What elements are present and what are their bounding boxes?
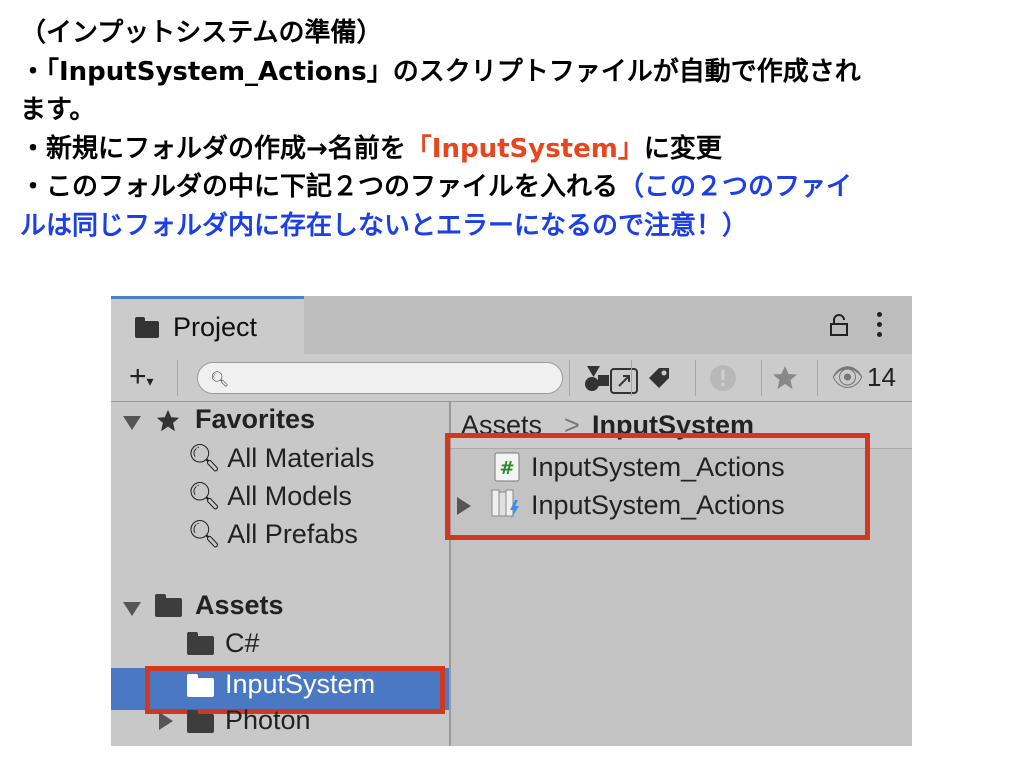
search-field[interactable]: 🔍︎ [197, 362, 638, 394]
photon-expand-icon[interactable] [159, 712, 173, 730]
instruction-heading: （インプットシステムの準備） [20, 18, 383, 48]
favorites-expand-icon[interactable] [123, 416, 141, 430]
asset-content-panel: Assets > InputSystem # InputSystem_Actio… [445, 402, 912, 746]
folder-tree-panel: Favorites 🔍︎ All Materials 🔍︎ All Models… [111, 402, 451, 746]
more-options-icon[interactable] [873, 312, 885, 338]
search-icon: 🔍︎ [187, 443, 222, 473]
instruction-line-3-text: ・このフォルダの中に下記２つのファイルを入れる [20, 172, 619, 202]
tab-project-label: Project [173, 312, 258, 342]
assets-label[interactable]: Assets [195, 590, 284, 621]
highlight-box-files [445, 433, 870, 540]
favorites-star-icon[interactable] [767, 360, 803, 396]
star-icon [156, 409, 180, 432]
lock-icon[interactable] [828, 314, 850, 336]
create-button[interactable]: +▾ [129, 360, 154, 394]
folder-icon [187, 710, 214, 733]
instruction-line-1a: ・「InputSystem_Actions」のスクリプトファイルが自動で作成され [20, 56, 861, 87]
hidden-count: 14 [867, 362, 896, 392]
search-icon: 🔍︎ [210, 371, 230, 388]
warning-note-end: ルは同じフォルダ内に存在しないとエラーになるので注意！） [20, 210, 749, 241]
tab-bar: Project [111, 296, 912, 354]
favorite-item[interactable]: 🔍︎ All Prefabs [187, 518, 358, 550]
folder-name-highlight: 「InputSystem」 [405, 133, 644, 164]
tab-project[interactable]: Project [111, 296, 304, 354]
folder-icon [135, 317, 159, 338]
instruction-line-1b: ます。 [20, 95, 96, 125]
search-icon: 🔍︎ [187, 481, 222, 511]
warning-filter-icon[interactable] [705, 360, 741, 396]
folder-item-csharp[interactable]: C# [225, 628, 260, 659]
warning-note-start: （この２つのファイ [618, 172, 853, 202]
folder-item-photon[interactable]: Photon [225, 705, 311, 736]
instruction-line-2-text: ・新規にフォルダの作成→名前を [20, 133, 406, 164]
favorite-item[interactable]: 🔍︎ All Materials [187, 442, 374, 474]
open-folder-icon [155, 594, 182, 617]
instructions: （インプットシステムの準備） ・「InputSystem_Actions」のスク… [20, 14, 1010, 245]
favorite-item[interactable]: 🔍︎ All Models [187, 480, 352, 512]
instruction-line-2-suffix: に変更 [643, 133, 722, 164]
project-window: Project +▾ 🔍︎ 👁︎ 14 Favorites 🔍︎ All Mat… [111, 296, 912, 746]
assets-expand-icon[interactable] [123, 602, 141, 616]
favorites-label[interactable]: Favorites [195, 404, 315, 435]
instruction-line-2: ・新規にフォルダの作成→名前を「InputSystem」に変更 [20, 130, 1010, 169]
search-icon: 🔍︎ [187, 519, 222, 549]
eye-icon[interactable]: 👁︎ [831, 362, 864, 393]
instruction-line-3: ・このフォルダの中に下記２つのファイルを入れる（この２つのファイ [20, 168, 1010, 207]
toolbar: +▾ 🔍︎ 👁︎ 14 [111, 354, 912, 402]
filter-by-label-icon[interactable] [641, 360, 677, 396]
folder-icon [187, 632, 214, 655]
filter-by-type-icon[interactable] [579, 360, 615, 396]
